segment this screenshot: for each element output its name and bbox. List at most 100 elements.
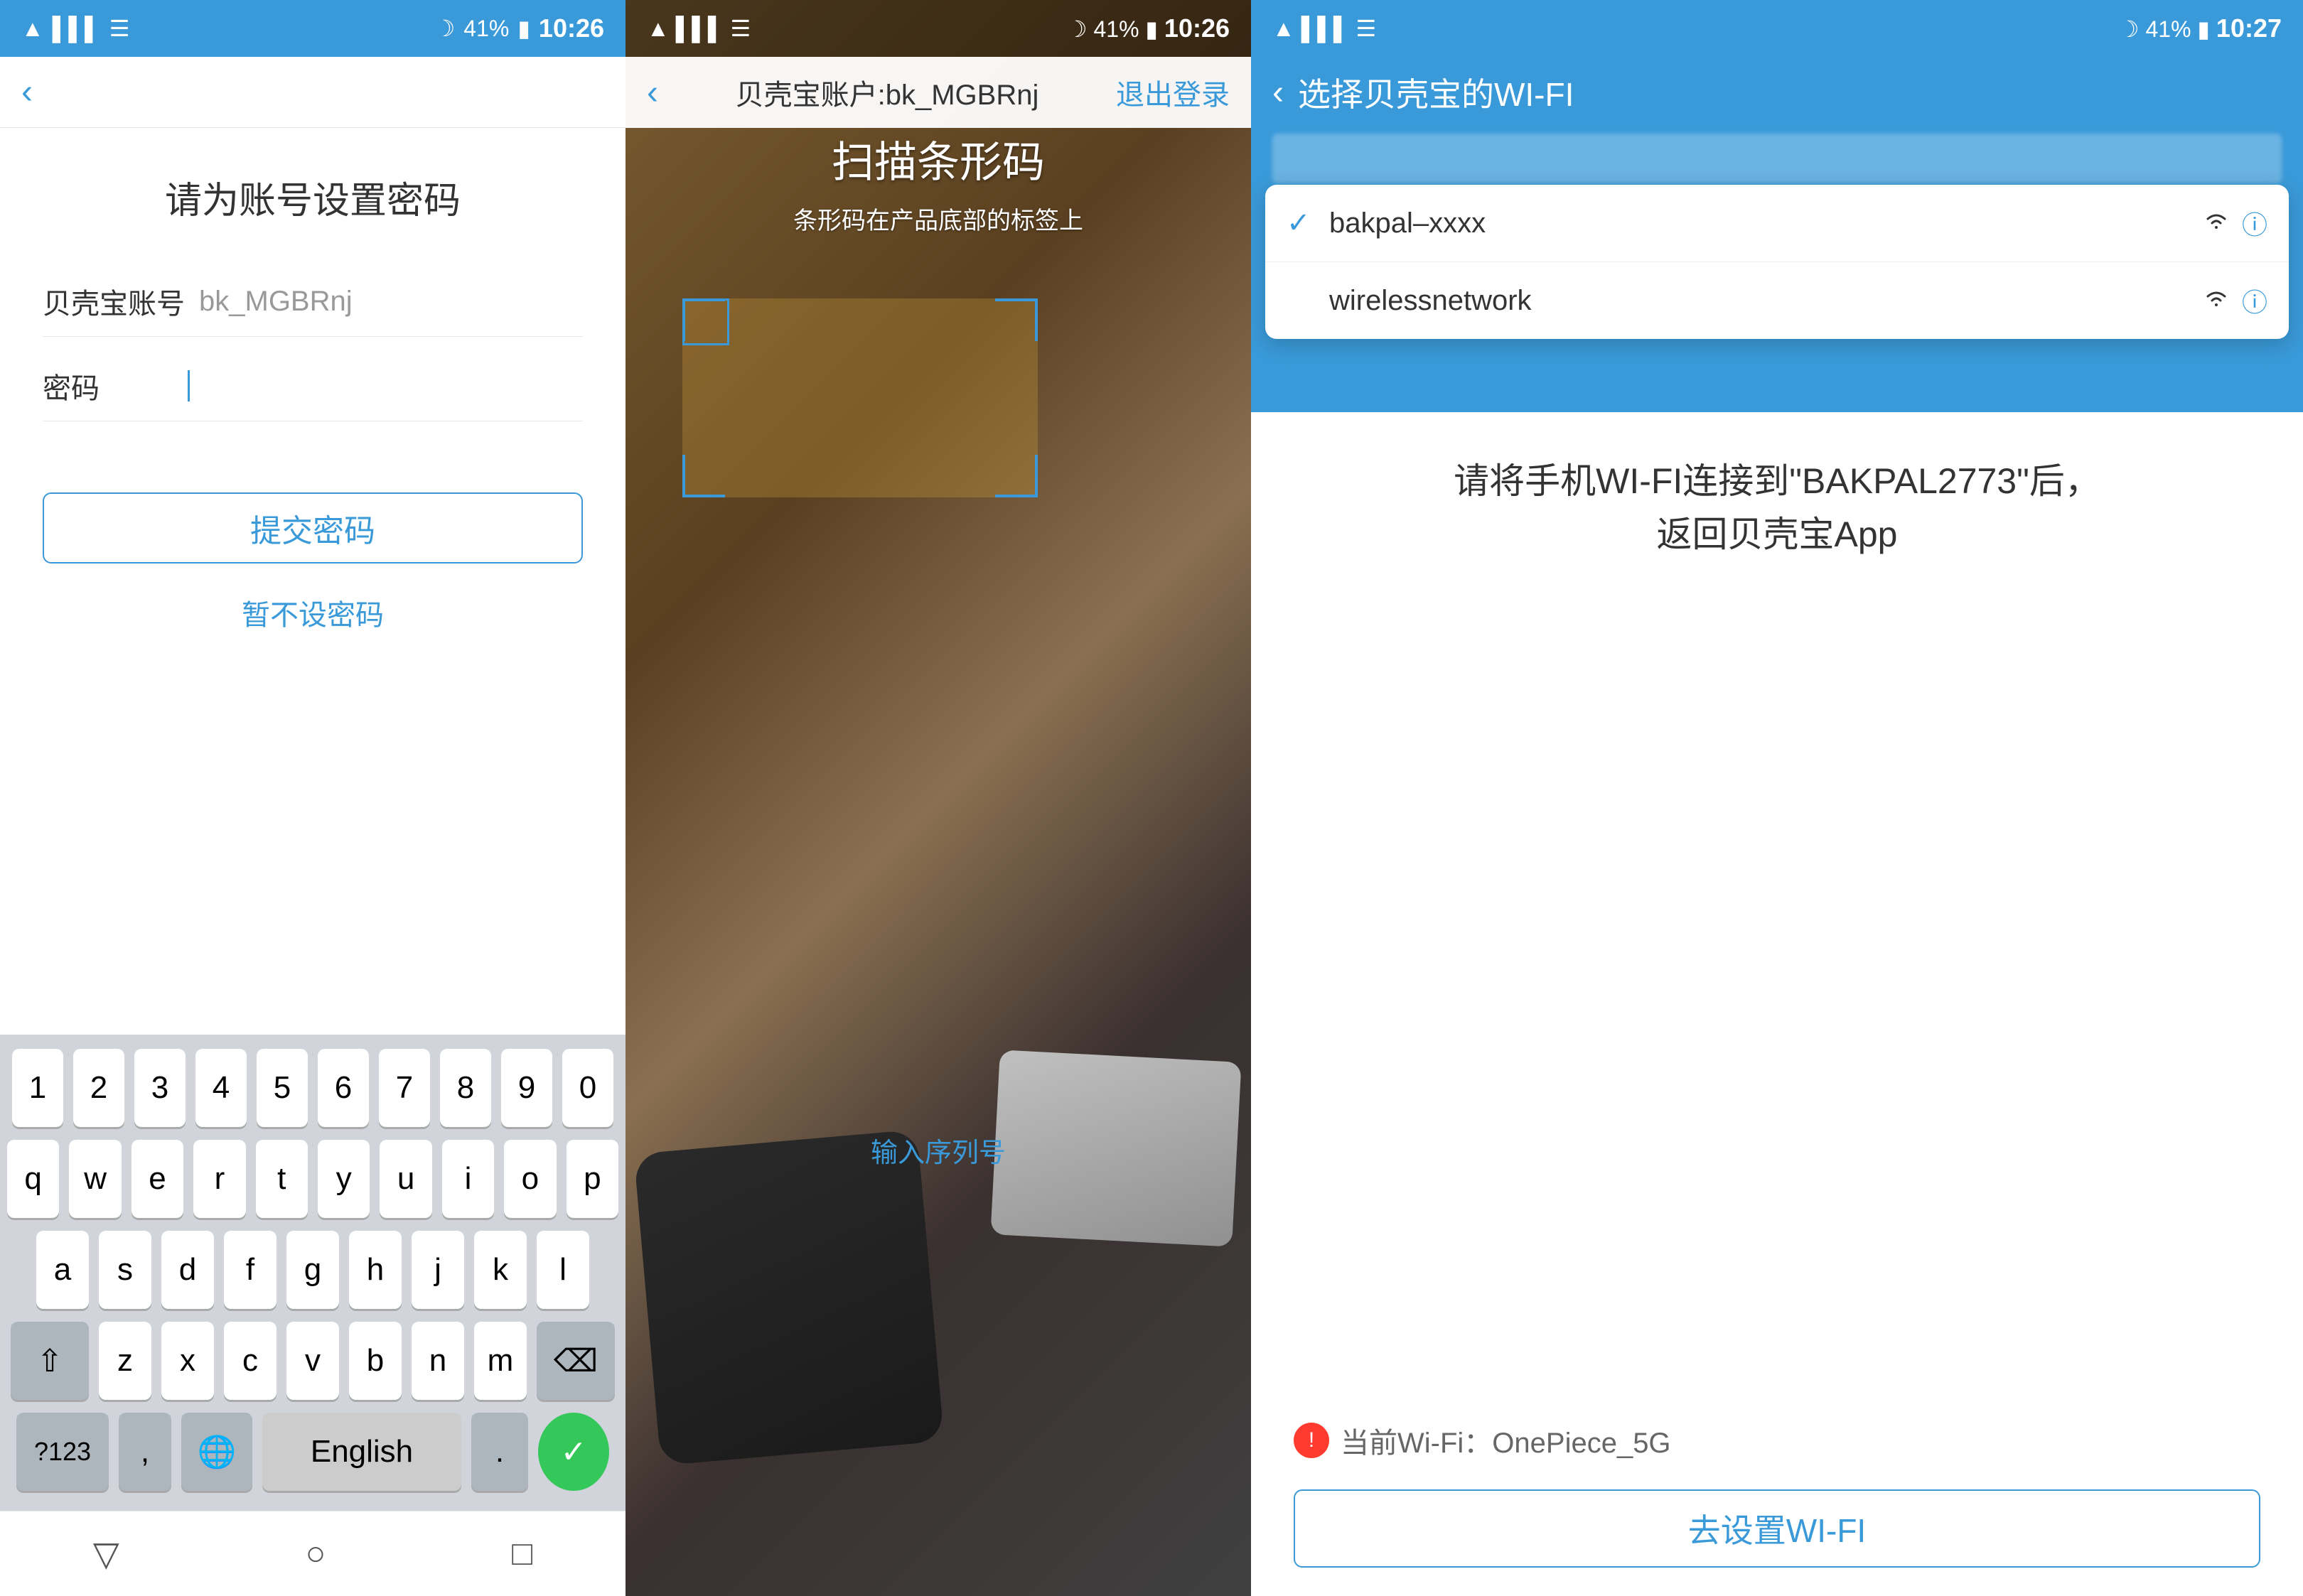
- key-l[interactable]: l: [537, 1231, 589, 1309]
- key-h[interactable]: h: [349, 1231, 402, 1309]
- key-dot[interactable]: .: [471, 1413, 528, 1491]
- key-b[interactable]: b: [349, 1322, 402, 1400]
- key-a[interactable]: a: [36, 1231, 89, 1309]
- key-english[interactable]: English: [262, 1413, 461, 1491]
- battery-icon: ▮: [517, 15, 530, 42]
- key-2[interactable]: 2: [73, 1049, 124, 1127]
- current-wifi-text: 当前Wi-Fi：OnePiece_5G: [1341, 1420, 1671, 1461]
- keyboard-bottom-row: ?123 , 🌐 English . ✓: [7, 1413, 618, 1491]
- back-button-p3[interactable]: ‹: [1272, 73, 1284, 112]
- wifi-signal-bakpal: [2202, 207, 2230, 239]
- enter-serial-link[interactable]: 输入序列号: [626, 1131, 1251, 1170]
- scan-corner-bl: [682, 455, 725, 497]
- notify-icon-p3: ☰: [1356, 16, 1376, 41]
- panel3-body: 请将手机WI-FI连接到"BAKPAL2773"后，返回贝壳宝App ! 当前W…: [1251, 412, 2303, 1596]
- key-send[interactable]: ✓: [538, 1413, 609, 1491]
- key-s[interactable]: s: [99, 1231, 151, 1309]
- account-row: 贝壳宝账号 bk_MGBRnj: [43, 281, 583, 337]
- key-e[interactable]: e: [131, 1140, 183, 1218]
- wifi-icon: ▲: [21, 16, 44, 42]
- back-button-p2[interactable]: ‹: [647, 73, 658, 112]
- key-n[interactable]: n: [412, 1322, 464, 1400]
- back-button-p1[interactable]: ‹: [21, 72, 33, 112]
- warning-icon: !: [1294, 1423, 1329, 1458]
- wifi-info-bakpal[interactable]: ⓘ: [2242, 205, 2267, 242]
- key-v[interactable]: v: [286, 1322, 339, 1400]
- status-bar-right: ☽ 41% ▮ 10:26: [435, 14, 604, 43]
- key-u[interactable]: u: [380, 1140, 431, 1218]
- key-f[interactable]: f: [224, 1231, 277, 1309]
- key-globe[interactable]: 🌐: [181, 1413, 252, 1491]
- wifi-icon-p3: ▲: [1272, 16, 1295, 41]
- password-row[interactable]: 密码: [43, 365, 583, 421]
- key-8[interactable]: 8: [440, 1049, 491, 1127]
- panel3-nav: ‹ 选择贝壳宝的WI-FI: [1251, 57, 2303, 128]
- key-4[interactable]: 4: [195, 1049, 247, 1127]
- key-c[interactable]: c: [224, 1322, 277, 1400]
- key-q[interactable]: q: [7, 1140, 59, 1218]
- key-i[interactable]: i: [442, 1140, 494, 1218]
- panel2-header: ‹ 贝壳宝账户:bk_MGBRnj 退出登录: [626, 57, 1251, 128]
- battery-icon-p3: ▮: [2197, 16, 2210, 42]
- page-title-p1: 请为账号设置密码: [43, 171, 583, 224]
- key-9[interactable]: 9: [501, 1049, 552, 1127]
- wifi-info-wireless[interactable]: ⓘ: [2242, 282, 2267, 319]
- wifi-icon-p2: ▲: [647, 16, 670, 41]
- key-shift[interactable]: ⇧: [11, 1322, 89, 1400]
- key-r[interactable]: r: [193, 1140, 245, 1218]
- key-comma[interactable]: ,: [119, 1413, 171, 1491]
- skip-password-link[interactable]: 暂不设密码: [43, 592, 583, 633]
- status-bar-panel2: ▲ ▌▌▌ ☰ ☽ 41% ▮ 10:26: [626, 0, 1251, 57]
- wifi-item-wireless[interactable]: ✓ wirelessnetwork ⓘ: [1265, 262, 2289, 339]
- nav-recent-icon[interactable]: □: [512, 1534, 532, 1573]
- key-z[interactable]: z: [99, 1322, 151, 1400]
- barcode-scan-panel: ▲ ▌▌▌ ☰ ☽ 41% ▮ 10:26 ‹ 贝壳宝账户:bk_MGBRnj …: [626, 0, 1251, 1596]
- p2-status-left: ▲ ▌▌▌ ☰: [647, 15, 751, 42]
- notification-icon: ☰: [109, 15, 130, 42]
- nav-home-icon[interactable]: ○: [305, 1534, 326, 1573]
- key-5[interactable]: 5: [257, 1049, 308, 1127]
- key-o[interactable]: o: [504, 1140, 556, 1218]
- scan-subtitle: 条形码在产品底部的标签上: [793, 201, 1083, 236]
- wifi-list-area: ✓ bakpal–xxxx ⓘ ✓ wirelessnetwork: [1251, 128, 2303, 412]
- key-d[interactable]: d: [161, 1231, 214, 1309]
- key-123[interactable]: ?123: [16, 1413, 109, 1491]
- key-7[interactable]: 7: [379, 1049, 430, 1127]
- key-x[interactable]: x: [161, 1322, 214, 1400]
- time-p1: 10:26: [539, 14, 604, 43]
- key-g[interactable]: g: [286, 1231, 339, 1309]
- keyboard: 1 2 3 4 5 6 7 8 9 0 q w e r t y u i o p …: [0, 1035, 626, 1511]
- keyboard-zxcv-row: ⇧ z x c v b n m ⌫: [7, 1322, 618, 1400]
- key-y[interactable]: y: [318, 1140, 370, 1218]
- battery-p3: 41%: [2145, 16, 2191, 42]
- logout-button[interactable]: 退出登录: [1116, 72, 1230, 113]
- keyboard-qwerty-row: q w e r t y u i o p: [7, 1140, 618, 1218]
- battery-percent-p1: 41%: [463, 16, 509, 42]
- goto-wifi-button[interactable]: 去设置WI-FI: [1294, 1489, 2260, 1568]
- key-1[interactable]: 1: [12, 1049, 63, 1127]
- moon-icon: ☽: [435, 15, 456, 42]
- wifi-instruction: 请将手机WI-FI连接到"BAKPAL2773"后，返回贝壳宝App: [1294, 455, 2260, 561]
- wifi-item-bakpal[interactable]: ✓ bakpal–xxxx ⓘ: [1265, 185, 2289, 262]
- key-t[interactable]: t: [256, 1140, 308, 1218]
- cursor-indicator: [185, 370, 190, 401]
- submit-password-button[interactable]: 提交密码: [43, 492, 583, 564]
- scan-box-bg: [682, 298, 1038, 497]
- battery-p2: 41%: [1093, 16, 1139, 42]
- key-backspace[interactable]: ⌫: [537, 1322, 615, 1400]
- key-w[interactable]: w: [69, 1140, 121, 1218]
- key-p[interactable]: p: [567, 1140, 618, 1218]
- keyboard-asdf-row: a s d f g h j k l: [7, 1231, 618, 1309]
- key-3[interactable]: 3: [134, 1049, 186, 1127]
- password-label: 密码: [43, 365, 185, 406]
- key-0[interactable]: 0: [562, 1049, 613, 1127]
- scan-corner-tl: [682, 298, 725, 341]
- wifi-name-bakpal: bakpal–xxxx: [1329, 207, 2202, 239]
- submit-btn-label: 提交密码: [250, 505, 375, 551]
- key-k[interactable]: k: [474, 1231, 527, 1309]
- signal-icon: ▌▌▌: [53, 16, 101, 42]
- key-j[interactable]: j: [412, 1231, 464, 1309]
- nav-back-icon[interactable]: ▽: [93, 1534, 119, 1574]
- key-m[interactable]: m: [474, 1322, 527, 1400]
- key-6[interactable]: 6: [318, 1049, 369, 1127]
